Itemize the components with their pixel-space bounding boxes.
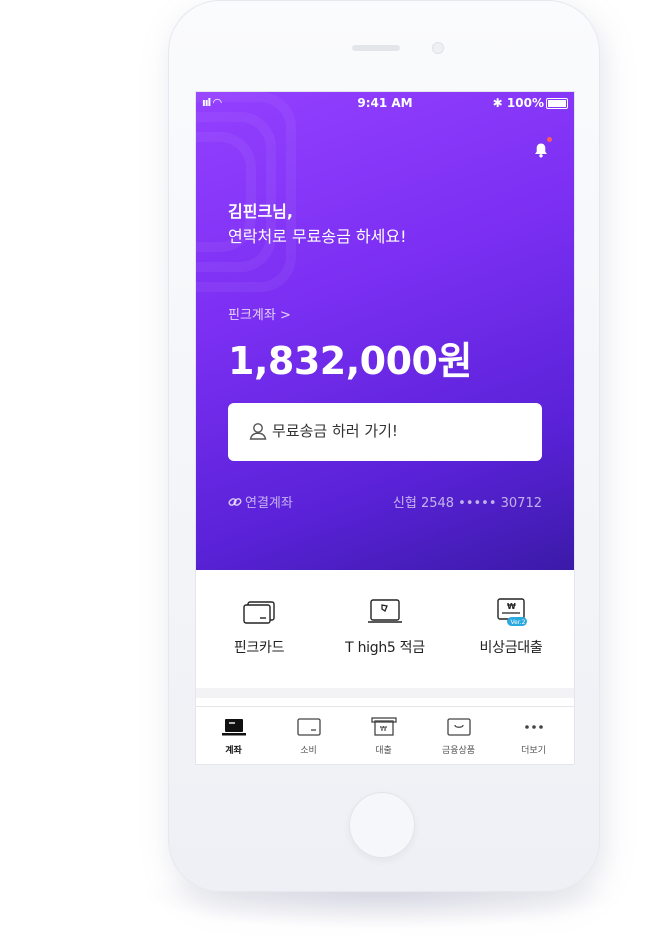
hero-panel: ııl ◠ 9:41 AM ✱ 100% 김핀크님, 연락처로 무료송금 하세요… xyxy=(196,92,574,570)
front-camera xyxy=(432,42,444,54)
status-bar: ııl ◠ 9:41 AM ✱ 100% xyxy=(196,92,574,114)
shortcut-emergency-loan[interactable]: ₩ Ver.2 비상금대출 xyxy=(448,596,574,657)
tab-more[interactable]: 더보기 xyxy=(496,717,571,756)
shortcut-label: 핀크카드 xyxy=(233,640,285,656)
free-transfer-button[interactable]: 무료송금 하러 가기! xyxy=(228,403,542,461)
bottom-tab-bar: 계좌 소비 ₩ 대출 금융상품 더보기 xyxy=(196,706,574,764)
section-divider xyxy=(196,688,574,698)
account-balance: 1,832,000원 xyxy=(228,339,472,383)
battery-icon xyxy=(546,98,568,109)
tab-label: 금융상품 xyxy=(441,746,476,756)
card-icon xyxy=(243,601,275,624)
emergency-loan-icon: ₩ Ver.2 xyxy=(497,598,527,626)
shortcut-savings[interactable]: T high5 적금 xyxy=(322,596,448,657)
battery-percent: 100% xyxy=(506,96,544,110)
linked-account-label[interactable]: 연결계좌 xyxy=(228,492,293,511)
svg-text:₩: ₩ xyxy=(380,725,387,733)
linked-account-number: 신협 2548 ••••• 30712 xyxy=(392,496,542,511)
account-link[interactable]: 핀크계좌 > xyxy=(228,304,291,323)
tab-loan[interactable]: ₩ 대출 xyxy=(346,717,421,756)
tab-label: 소비 xyxy=(300,746,317,756)
savings-icon xyxy=(368,599,402,623)
tab-label: 더보기 xyxy=(521,746,546,756)
link-icon xyxy=(228,498,242,506)
shortcut-label: T high5 적금 xyxy=(345,640,425,656)
tab-spending[interactable]: 소비 xyxy=(271,717,346,756)
account-icon xyxy=(221,719,246,736)
person-icon xyxy=(249,423,267,440)
home-button[interactable] xyxy=(349,792,415,858)
greeting-name: 김핀크님, xyxy=(228,202,293,221)
tab-label: 계좌 xyxy=(225,746,242,756)
status-right: ✱ 100% xyxy=(493,96,544,110)
notification-badge xyxy=(547,137,552,142)
loan-icon: ₩ xyxy=(370,717,397,736)
more-icon xyxy=(524,725,543,729)
svg-text:₩: ₩ xyxy=(507,602,516,611)
tab-products[interactable]: 금융상품 xyxy=(421,717,496,756)
greeting-message: 연락처로 무료송금 하세요! xyxy=(228,227,407,246)
shortcut-row: 핀크카드 T high5 적금 ₩ Ver.2 비상금대출 xyxy=(196,570,574,688)
tab-label: 대출 xyxy=(375,746,392,756)
bluetooth-icon: ✱ xyxy=(492,96,503,110)
shortcut-label: 비상금대출 xyxy=(479,640,543,656)
shortcut-pinck-card[interactable]: 핀크카드 xyxy=(196,596,322,657)
decorative-rings xyxy=(196,92,296,292)
free-transfer-label: 무료송금 하러 가기! xyxy=(272,422,398,440)
speaker-grille xyxy=(352,45,400,51)
spending-icon xyxy=(296,718,321,736)
products-icon xyxy=(446,718,471,736)
bell-icon[interactable] xyxy=(533,142,549,158)
app-screen: ııl ◠ 9:41 AM ✱ 100% 김핀크님, 연락처로 무료송금 하세요… xyxy=(196,92,574,764)
version-badge: Ver.2 xyxy=(511,619,526,626)
tab-account[interactable]: 계좌 xyxy=(196,717,271,756)
